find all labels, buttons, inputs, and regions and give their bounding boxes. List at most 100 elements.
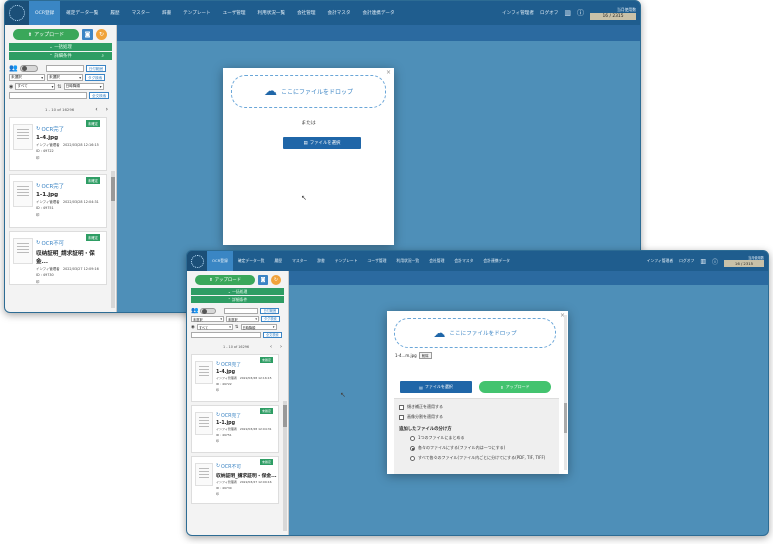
user-name[interactable]: インフィ管理者: [647, 258, 673, 264]
select-file-button[interactable]: ▤ ファイルを選択: [400, 381, 472, 393]
nav-dictionary[interactable]: 辞書: [156, 1, 177, 25]
each-page-radio[interactable]: [410, 455, 415, 461]
fulltext-input[interactable]: [191, 332, 261, 338]
nav-accounting-data[interactable]: 会計連携データ: [478, 251, 515, 271]
nav-history[interactable]: 履歴: [104, 1, 125, 25]
camera-button[interactable]: ◙: [258, 275, 268, 285]
list-scrollbar[interactable]: [111, 171, 115, 308]
nav-company-management[interactable]: 会社管理: [291, 1, 321, 25]
visibility-select[interactable]: すべて ▾: [15, 83, 56, 90]
nav-accounting-data[interactable]: 会計連携データ: [356, 1, 400, 25]
select-filter-2[interactable]: 未選択 ▾: [226, 316, 259, 322]
document-thumbnail: [13, 238, 33, 264]
nav-company-management[interactable]: 会社管理: [424, 251, 449, 271]
radio-each-page[interactable]: すべて各々のファイル(ファイル内ごとに分けてにする(PDF, TIF, TIFF…: [394, 453, 559, 463]
dialog-scrollbar[interactable]: [564, 315, 567, 470]
next-page-icon[interactable]: ›: [106, 106, 108, 113]
list-item[interactable]: ↻ OCR完了 1-4.jpg インフィ管理者 2022/03/28 12:16:…: [9, 117, 107, 171]
close-icon[interactable]: ×: [386, 69, 391, 76]
dialog-scrollbar-thumb[interactable]: [564, 403, 567, 433]
select-filter-1[interactable]: 未選択 ▾: [9, 74, 45, 81]
nav-template[interactable]: テンプレート: [330, 251, 363, 271]
date-input[interactable]: [224, 307, 259, 314]
nav-ocr-register[interactable]: OCR登録: [29, 1, 61, 25]
list-scrollbar[interactable]: [283, 401, 287, 531]
nav-user-management[interactable]: ユーザ管理: [363, 251, 392, 271]
select-file-button[interactable]: ▤ ファイルを選択: [283, 137, 361, 149]
user-name[interactable]: インフィ管理者: [502, 10, 534, 16]
file-drop-zone[interactable]: ☁ ここにファイルをドロップ: [394, 318, 556, 348]
logout-link[interactable]: ログオフ: [679, 258, 694, 264]
sort-icon: ⇅: [57, 83, 62, 90]
tag-search-button[interactable]: タグ検索: [261, 316, 280, 322]
merge-radio[interactable]: [410, 435, 415, 441]
list-item[interactable]: ↻ OCR不可 収纳証明_請求証明・保金... インフィ管理者 2022/03/2…: [191, 456, 279, 504]
select-filter-2[interactable]: 未選択 ▾: [47, 74, 83, 81]
prev-page-icon[interactable]: ‹: [95, 106, 97, 113]
nav-ocr-register[interactable]: OCR登録: [207, 251, 233, 271]
refresh-button[interactable]: ↻: [271, 275, 281, 285]
help-icon[interactable]: ⓘ: [577, 8, 584, 18]
option-split[interactable]: 画像分割を適用する: [394, 412, 559, 422]
bulk-process-toggle[interactable]: ⌄ 一括処理: [191, 288, 284, 295]
camera-button[interactable]: ◙: [82, 29, 93, 40]
detail-conditions-toggle[interactable]: ⌃ 詳細条件: [191, 296, 284, 303]
nav-master[interactable]: マスター: [126, 1, 156, 25]
nav-dictionary[interactable]: 辞書: [312, 251, 330, 271]
sort-select[interactable]: 日時降順 ▾: [63, 83, 104, 90]
refresh-button[interactable]: ↻: [96, 29, 107, 40]
sort-select[interactable]: 日時降順 ▾: [240, 324, 277, 330]
option-deskew[interactable]: 傾き補正を適用する: [394, 402, 559, 412]
nav-confirmed-data[interactable]: 確定データ一覧: [233, 251, 270, 271]
library-icon[interactable]: ▥: [700, 258, 706, 265]
nav-usage-list[interactable]: 利用状況一覧: [252, 1, 292, 25]
detail-conditions-toggle[interactable]: ⌃ 詳細条件 ⌕: [9, 52, 112, 60]
nav-accounting-master[interactable]: 会計マスタ: [321, 1, 356, 25]
nav-history[interactable]: 履歴: [269, 251, 287, 271]
visibility-select[interactable]: すべて ▾: [196, 324, 233, 330]
list-item[interactable]: ↻ OCR不可 収纳証明_請求証明・保金... インフィ管理者 2022/03/2…: [9, 231, 107, 285]
date-range-button[interactable]: 日付範囲: [85, 64, 107, 72]
nav-master[interactable]: マスター: [287, 251, 312, 271]
fulltext-search-button[interactable]: 全文検索: [89, 92, 110, 99]
tag-search-button[interactable]: タグ検索: [85, 74, 106, 81]
nav-template[interactable]: テンプレート: [177, 1, 216, 25]
remove-file-button[interactable]: 削除: [418, 352, 432, 359]
list-item[interactable]: ↻ OCR完了 1-4.jpg インフィ管理者 2022/03/28 12:16:…: [191, 354, 279, 402]
list-item[interactable]: ↻ OCR完了 1-1.jpg インフィ管理者 2022/03/28 12:04:…: [191, 405, 279, 453]
nav-user-management[interactable]: ユーザ管理: [217, 1, 252, 25]
app-logo[interactable]: [187, 251, 207, 271]
list-scrollbar-thumb[interactable]: [283, 405, 287, 427]
nav-accounting-master[interactable]: 会計マスタ: [449, 251, 478, 271]
help-icon[interactable]: ⓘ: [712, 257, 718, 266]
nav-usage-list[interactable]: 利用状況一覧: [391, 251, 424, 271]
bulk-process-toggle[interactable]: ⌄ 一括処理: [9, 43, 112, 51]
upload-button[interactable]: ⬆ アップロード: [13, 29, 79, 40]
radio-each-file[interactable]: 各々のファイルにする(ファイル内は一つにする): [394, 443, 559, 453]
library-icon[interactable]: ▥: [564, 9, 571, 17]
deskew-checkbox[interactable]: [399, 404, 404, 410]
fulltext-search-button[interactable]: 全文検索: [263, 332, 282, 338]
select-filter-1[interactable]: 未選択 ▾: [191, 316, 224, 322]
fulltext-input[interactable]: [9, 92, 87, 99]
app-logo[interactable]: [5, 1, 29, 25]
user-filter-toggle[interactable]: [19, 64, 38, 72]
date-input[interactable]: [45, 64, 84, 72]
upload-button[interactable]: ⬆ アップロード: [195, 275, 255, 285]
list-scrollbar-thumb[interactable]: [111, 177, 115, 201]
date-range-button[interactable]: 日付範囲: [260, 307, 280, 314]
upload-submit-button[interactable]: ⬆ アップロード: [479, 381, 551, 393]
user-filter-toggle[interactable]: [200, 307, 217, 314]
logout-link[interactable]: ログオフ: [540, 10, 558, 16]
nav-confirmed-data[interactable]: 確定データ一覧: [60, 1, 104, 25]
caret-icon: ▾: [99, 84, 102, 89]
list-item[interactable]: ↻ OCR完了 1-1.jpg インフィ管理者 2022/03/28 12:04:…: [9, 174, 107, 228]
upload-row: ⬆ アップロード ◙ ↻: [187, 271, 288, 287]
file-drop-zone[interactable]: ☁ ここにファイルをドロップ: [231, 75, 386, 108]
search-icon[interactable]: ⌕: [102, 53, 104, 59]
next-page-icon[interactable]: ›: [280, 344, 282, 350]
each-file-radio[interactable]: [410, 445, 415, 451]
split-checkbox[interactable]: [399, 414, 404, 420]
prev-page-icon[interactable]: ‹: [270, 344, 272, 350]
radio-merge[interactable]: 1つのファイルにまとめる: [394, 433, 559, 443]
